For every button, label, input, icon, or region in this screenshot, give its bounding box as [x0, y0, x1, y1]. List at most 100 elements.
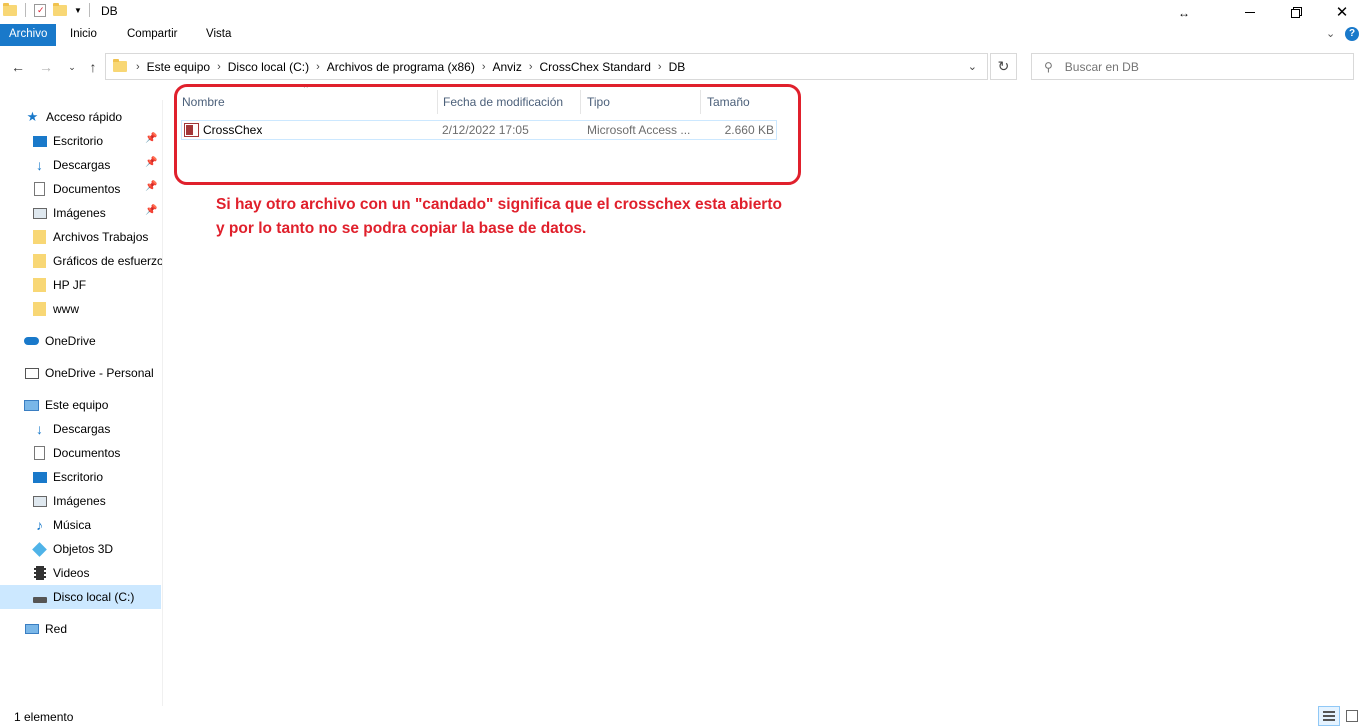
nav-onedrive[interactable]: OneDrive: [24, 329, 96, 353]
divider: [88, 3, 90, 17]
cloud-icon: [24, 334, 39, 348]
cube-icon: [32, 541, 47, 557]
folder-icon: [113, 59, 127, 72]
nav-label: OneDrive - Personal: [45, 366, 154, 380]
nav-pc-videos[interactable]: Videos: [32, 561, 89, 585]
nav-label: HP JF: [53, 278, 87, 292]
nav-quick-imagenes[interactable]: Imágenes: [32, 201, 106, 225]
nav-pc-disco-local[interactable]: Disco local (C:): [0, 585, 161, 609]
navigation-pane: ★ Acceso rápido Escritorio 📌 ↓ Descargas…: [0, 100, 163, 706]
nav-label: www: [53, 302, 79, 316]
folder-icon: [32, 302, 47, 316]
nav-label: Objetos 3D: [53, 542, 114, 556]
breadcrumb-anviz[interactable]: Anviz: [489, 60, 526, 74]
nav-quick-escritorio[interactable]: Escritorio: [32, 129, 103, 153]
breadcrumb-este-equipo[interactable]: Este equipo: [143, 60, 214, 74]
expand-ribbon-icon[interactable]: ⌄: [1326, 27, 1335, 40]
chevron-right-icon[interactable]: ›: [133, 61, 143, 73]
pin-icon[interactable]: 📌: [145, 181, 157, 192]
divider: [25, 3, 26, 17]
search-icon: ⚲: [1044, 59, 1053, 74]
chevron-right-icon[interactable]: ›: [214, 61, 224, 73]
desktop-icon: [32, 470, 47, 484]
nav-este-equipo[interactable]: Este equipo: [24, 393, 108, 417]
star-icon: ★: [26, 109, 39, 124]
nav-label: Imágenes: [53, 206, 106, 220]
customize-toolbar-icon[interactable]: ▼: [74, 6, 82, 15]
nav-quick-documentos[interactable]: Documentos: [32, 177, 120, 201]
details-view-button[interactable]: [1318, 706, 1340, 726]
nav-label: Escritorio: [53, 470, 104, 484]
nav-label: Música: [53, 518, 92, 532]
folder-icon: [32, 278, 47, 292]
tab-compartir[interactable]: Compartir: [118, 24, 186, 46]
nav-pc-musica[interactable]: ♪ Música: [32, 513, 91, 537]
breadcrumb-disco-local[interactable]: Disco local (C:): [224, 60, 313, 74]
pin-icon[interactable]: 📌: [145, 157, 157, 168]
minimize-button[interactable]: [1227, 0, 1273, 24]
chevron-right-icon[interactable]: ›: [655, 61, 665, 73]
nav-quick-access[interactable]: ★ Acceso rápido: [25, 105, 122, 129]
nav-label: Documentos: [53, 182, 121, 196]
nav-pc-objetos-3d[interactable]: Objetos 3D: [32, 537, 113, 561]
nav-quick-descargas[interactable]: ↓ Descargas: [32, 153, 110, 177]
nav-label: Descargas: [53, 422, 111, 436]
address-bar[interactable]: › Este equipo › Disco local (C:) › Archi…: [105, 53, 988, 80]
breadcrumb-crosschex-standard[interactable]: CrossChex Standard: [536, 60, 655, 74]
address-history-dropdown-icon[interactable]: ⌄: [968, 60, 977, 73]
nav-quick-archivos-trabajos[interactable]: Archivos Trabajos: [32, 225, 148, 249]
computer-icon: [24, 398, 39, 412]
pictures-icon: [32, 494, 47, 508]
nav-pc-escritorio[interactable]: Escritorio: [32, 465, 103, 489]
drive-icon: [32, 590, 47, 604]
tab-archivo[interactable]: Archivo: [0, 24, 57, 46]
nav-pc-descargas[interactable]: ↓ Descargas: [32, 417, 110, 441]
recent-locations-button[interactable]: ⌄: [62, 57, 82, 77]
tab-inicio[interactable]: Inicio: [61, 24, 106, 46]
nav-label: Imágenes: [53, 494, 106, 508]
music-icon: ♪: [36, 517, 43, 533]
properties-icon[interactable]: ✓: [34, 3, 46, 17]
folder-icon: [32, 230, 47, 244]
nav-quick-www[interactable]: www: [32, 297, 79, 321]
nav-pc-imagenes[interactable]: Imágenes: [32, 489, 106, 513]
highlight-box: [174, 84, 801, 185]
up-button[interactable]: ↑: [83, 57, 103, 77]
address-row: ← → ⌄ ↑ › Este equipo › Disco local (C:)…: [0, 52, 1365, 82]
search-box[interactable]: ⚲: [1031, 53, 1354, 80]
large-icons-view-icon: [1346, 710, 1358, 722]
nav-label: OneDrive: [45, 334, 96, 348]
folder-icon: [32, 254, 47, 268]
new-folder-icon[interactable]: [53, 2, 67, 16]
nav-pc-documentos[interactable]: Documentos: [32, 441, 120, 465]
ribbon: Archivo Inicio Compartir Vista ⌄ ?: [0, 24, 1365, 46]
pin-icon[interactable]: 📌: [145, 205, 157, 216]
folder-icon: [3, 2, 17, 16]
breadcrumb-db[interactable]: DB: [665, 60, 690, 74]
chevron-right-icon[interactable]: ›: [313, 61, 323, 73]
help-icon[interactable]: ?: [1345, 27, 1359, 41]
large-icons-view-button[interactable]: [1341, 706, 1363, 726]
back-button[interactable]: ←: [8, 57, 28, 77]
pictures-icon: [32, 206, 47, 220]
title-bar: ✓ ▼ DB ↔ ✕: [0, 0, 1365, 24]
forward-button[interactable]: →: [36, 57, 56, 77]
chevron-right-icon[interactable]: ›: [479, 61, 489, 73]
nav-quick-graficos[interactable]: Gráficos de esfuerzos: [32, 249, 162, 273]
restore-button[interactable]: [1273, 0, 1319, 24]
details-view-icon: [1323, 711, 1335, 721]
nav-onedrive-personal[interactable]: OneDrive - Personal: [24, 361, 154, 385]
window-title: DB: [101, 4, 118, 18]
nav-red[interactable]: Red: [24, 617, 67, 641]
resize-cursor-icon: ↔: [1178, 6, 1190, 20]
nav-label: Escritorio: [53, 134, 104, 148]
pin-icon[interactable]: 📌: [145, 133, 157, 144]
nav-label: Red: [45, 622, 68, 636]
refresh-button[interactable]: ↻: [990, 53, 1017, 80]
search-input[interactable]: [1064, 59, 1325, 74]
breadcrumb-archivos-de-programa[interactable]: Archivos de programa (x86): [323, 60, 479, 74]
close-button[interactable]: ✕: [1319, 0, 1365, 24]
nav-quick-hp-jf[interactable]: HP JF: [32, 273, 86, 297]
chevron-right-icon[interactable]: ›: [526, 61, 536, 73]
tab-vista[interactable]: Vista: [197, 24, 240, 46]
